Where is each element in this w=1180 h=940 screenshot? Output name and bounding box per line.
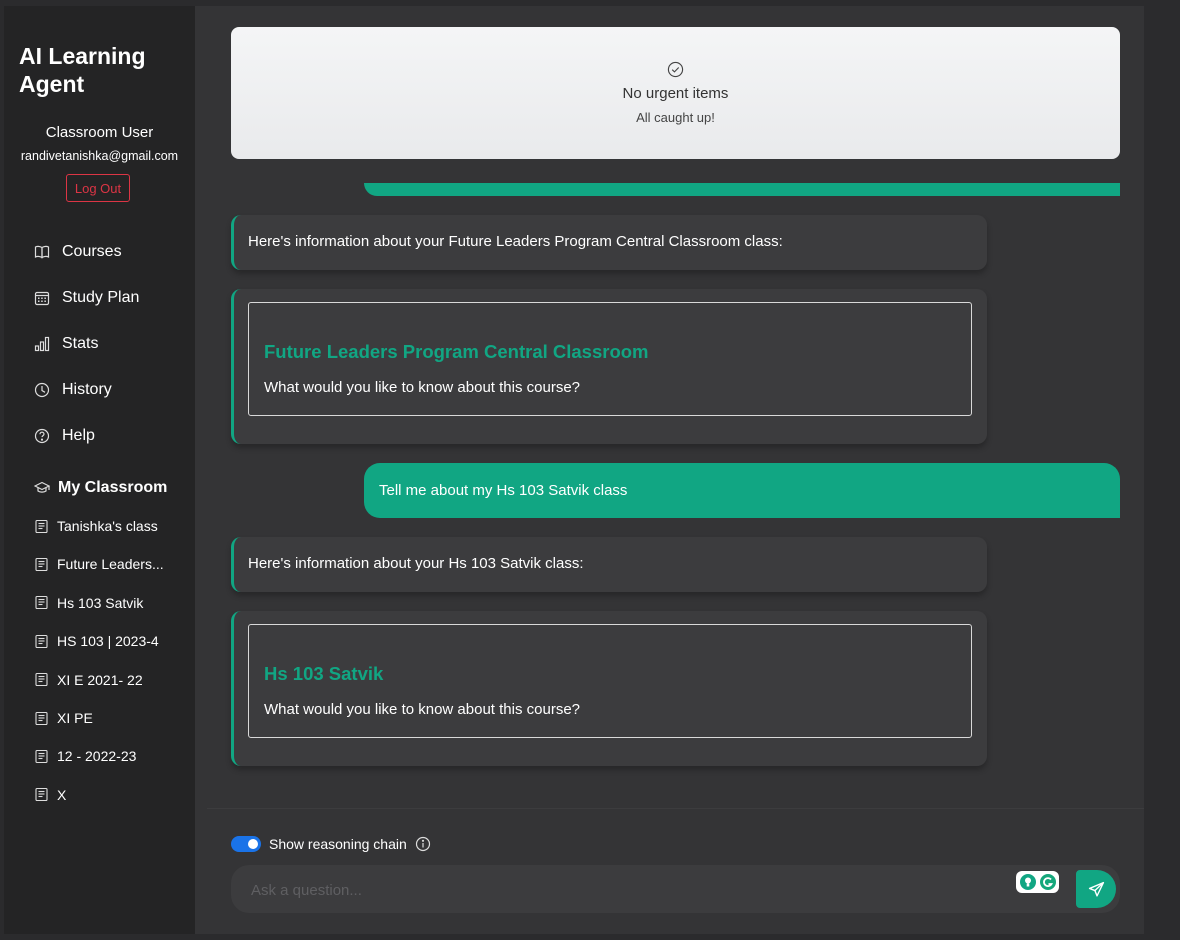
class-item[interactable]: 12 - 2022-23 <box>34 746 136 766</box>
help-circle-icon <box>34 428 50 444</box>
composer-divider <box>207 808 1144 809</box>
document-icon <box>35 634 48 648</box>
document-icon <box>35 749 48 763</box>
nav-item-help[interactable]: Help <box>34 424 95 448</box>
extension-badge[interactable] <box>1016 871 1059 893</box>
composer <box>231 865 1120 913</box>
nav-item-history[interactable]: History <box>34 378 112 402</box>
course-card: Future Leaders Program Central Classroom… <box>248 302 972 416</box>
sidebar: AI Learning Agent Classroom User randive… <box>4 6 195 934</box>
course-title[interactable]: Future Leaders Program Central Classroom <box>264 341 649 363</box>
class-item-label: X <box>57 786 67 803</box>
nav-item-stats[interactable]: Stats <box>34 332 98 356</box>
nav-item-courses[interactable]: Courses <box>34 240 122 264</box>
app-title: AI Learning Agent <box>19 43 146 97</box>
class-item-label: Future Leaders... <box>57 556 164 573</box>
document-icon <box>35 557 48 571</box>
class-item[interactable]: X <box>34 785 66 805</box>
class-item-label: XI PE <box>57 710 93 726</box>
document-icon <box>35 711 48 725</box>
app-window: AI Learning Agent Classroom User randive… <box>4 6 1144 934</box>
document-icon <box>35 596 48 610</box>
user-name: Classroom User <box>45 124 154 141</box>
class-item[interactable]: Future Leaders... <box>34 554 164 574</box>
toggle-knob <box>248 839 258 849</box>
document-icon <box>35 673 48 687</box>
class-item-label: 12 - 2022-23 <box>57 748 137 765</box>
nav-label-history: History <box>62 381 112 398</box>
course-title[interactable]: Hs 103 Satvik <box>264 663 383 685</box>
assistant-message: Here's information about your Hs 103 Sat… <box>231 537 987 592</box>
lightbulb-icon <box>1019 874 1036 890</box>
class-item[interactable]: HS 103 | 2023-4 <box>34 631 159 651</box>
nav-label-help: Help <box>62 427 95 444</box>
book-icon <box>34 245 50 259</box>
grammarly-icon <box>1039 874 1056 890</box>
reasoning-label: Show reasoning chain <box>269 836 407 852</box>
send-icon <box>1088 881 1104 897</box>
my-classroom-label: My Classroom <box>58 479 168 496</box>
document-icon <box>35 788 48 802</box>
class-item-label: Hs 103 Satvik <box>57 594 144 611</box>
class-item-label: XI E 2021- 22 <box>57 671 143 688</box>
bar-chart-icon <box>34 336 50 352</box>
notice-title: No urgent items <box>622 85 729 102</box>
clock-icon <box>34 382 50 398</box>
check-circle-icon <box>667 61 684 78</box>
user-message-partial <box>364 183 1120 196</box>
chat-area: No urgent items All caught up! Here's in… <box>195 6 1144 934</box>
assistant-message-text: Here's information about your Hs 103 Sat… <box>248 555 584 572</box>
assistant-message: Here's information about your Future Lea… <box>231 215 987 270</box>
notice-subtitle: All caught up! <box>636 110 715 125</box>
calendar-icon <box>34 291 50 306</box>
course-question: What would you like to know about this c… <box>264 701 581 718</box>
class-item[interactable]: Hs 103 Satvik <box>34 593 143 613</box>
my-classroom-heading: My Classroom <box>34 479 167 497</box>
nav-label-courses: Courses <box>62 243 122 260</box>
class-item[interactable]: Tanishka's class <box>34 516 158 536</box>
class-item-label: HS 103 | 2023-4 <box>57 633 159 650</box>
logout-button[interactable]: Log Out <box>66 174 130 202</box>
question-input[interactable] <box>249 877 1013 903</box>
class-item[interactable]: XI PE <box>34 708 93 728</box>
nav-label-stats: Stats <box>62 335 99 352</box>
course-question: What would you like to know about this c… <box>264 379 581 396</box>
class-item[interactable]: XI E 2021- 22 <box>34 670 143 690</box>
user-message: Tell me about my Hs 103 Satvik class <box>364 463 1120 518</box>
assistant-message-text: Here's information about your Future Lea… <box>248 233 783 250</box>
reasoning-toggle-row: Show reasoning chain <box>231 834 431 854</box>
nav-label-study-plan: Study Plan <box>62 289 140 306</box>
course-card: Hs 103 Satvik What would you like to kno… <box>248 624 972 738</box>
document-icon <box>35 519 48 533</box>
graduation-cap-icon <box>34 481 50 493</box>
user-email: randivetanishka@gmail.com <box>20 149 179 163</box>
send-button[interactable] <box>1076 870 1116 908</box>
reasoning-toggle[interactable] <box>231 836 261 852</box>
nav-item-study-plan[interactable]: Study Plan <box>34 286 139 310</box>
assistant-course-card: Hs 103 Satvik What would you like to kno… <box>231 611 987 766</box>
urgent-items-notice: No urgent items All caught up! <box>231 27 1120 159</box>
assistant-course-card: Future Leaders Program Central Classroom… <box>231 289 987 444</box>
class-item-label: Tanishka's class <box>57 518 158 534</box>
info-icon[interactable] <box>415 836 431 852</box>
